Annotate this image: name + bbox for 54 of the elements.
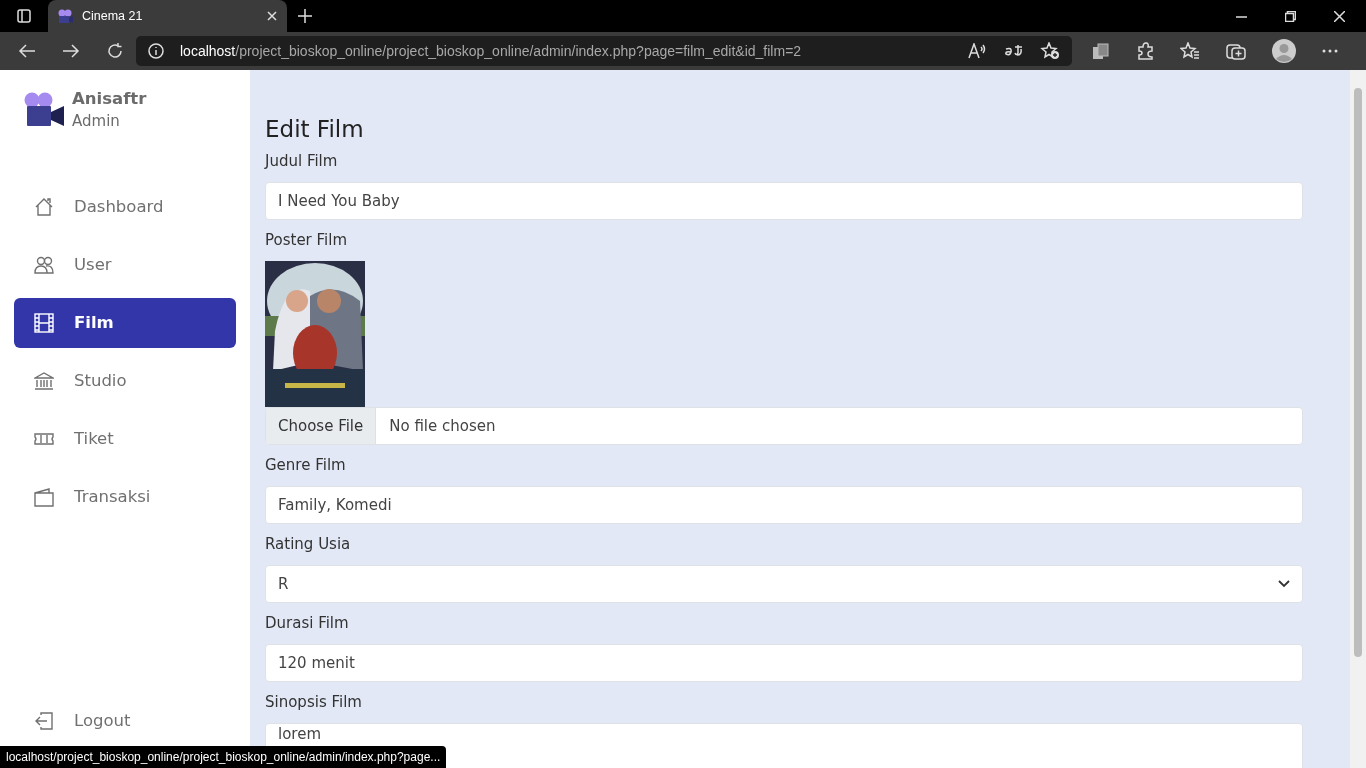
wallet-icon — [34, 487, 54, 507]
chevron-down-icon — [1278, 580, 1290, 588]
field-label: Genre Film — [265, 455, 347, 476]
film-icon — [34, 313, 54, 333]
profile-icon[interactable] — [1272, 39, 1296, 63]
read-aloud-icon[interactable] — [968, 43, 988, 59]
exit-icon — [34, 711, 54, 731]
close-icon[interactable] — [1334, 10, 1345, 22]
close-icon[interactable] — [267, 11, 277, 21]
more-icon[interactable] — [1322, 49, 1338, 53]
sidebar-item[interactable]: Film — [14, 298, 236, 348]
field-label: Poster Film — [265, 230, 349, 251]
extensions-icon[interactable] — [1136, 42, 1154, 60]
page-title: Edit Film — [265, 115, 365, 144]
camera-icon — [58, 9, 74, 23]
restore-icon[interactable] — [1285, 10, 1296, 22]
browser-tab[interactable]: Cinema 21 — [48, 0, 287, 32]
users-icon — [34, 255, 54, 275]
info-icon[interactable] — [148, 43, 164, 59]
tab-title: Cinema 21 — [82, 7, 144, 25]
star-add-icon[interactable] — [1040, 42, 1060, 60]
input-field[interactable]: 120 menit — [265, 644, 1303, 682]
scrollbar[interactable] — [1350, 70, 1366, 768]
user-name: Anisaftr — [72, 88, 147, 110]
input-field[interactable]: I Need You Baby — [265, 182, 1303, 220]
refresh-icon[interactable] — [106, 42, 124, 60]
field-label: Rating Usia — [265, 534, 352, 555]
input-field[interactable]: Family, Komedi — [265, 486, 1303, 524]
forward-icon[interactable] — [62, 43, 80, 59]
user-role: Admin — [72, 111, 121, 132]
logout-link[interactable]: Logout — [14, 696, 236, 746]
translate-icon[interactable] — [1004, 43, 1024, 59]
select-field[interactable]: R — [265, 565, 1303, 603]
address-bar[interactable]: localhost/project_bioskop_online/project_bioskop_online/admin/index.php?page=film_edit&id_film=2 — [136, 36, 1072, 66]
new-tab-icon[interactable] — [298, 9, 312, 23]
back-icon[interactable] — [18, 43, 36, 59]
collections-icon[interactable] — [1092, 42, 1110, 60]
favorites-icon[interactable] — [1180, 42, 1200, 60]
sidebar-item[interactable]: Transaksi — [14, 472, 236, 522]
camera-logo-icon — [24, 92, 64, 126]
sidebar-item[interactable]: Studio — [14, 356, 236, 406]
field-label: Durasi Film — [265, 613, 350, 634]
bank-icon — [34, 371, 54, 391]
sidebar-item[interactable]: Tiket — [14, 414, 236, 464]
status-url-tooltip: localhost/project_bioskop_online/project_bioskop_online/admin/index.php?page... — [0, 746, 447, 768]
url-text: localhost/project_bioskop_online/project_bioskop_online/admin/index.php?page=film_edit&id_film=2 — [180, 41, 803, 61]
add-tab-icon[interactable] — [1226, 42, 1246, 60]
file-input[interactable]: Choose File No file chosen — [265, 407, 1303, 445]
sidebar-item[interactable]: Dashboard — [14, 182, 236, 232]
field-label: Judul Film — [265, 151, 339, 172]
tab-actions-icon[interactable] — [17, 9, 31, 23]
house-icon — [34, 197, 54, 217]
sidebar-item[interactable]: User — [14, 240, 236, 290]
field-label: Sinopsis Film — [265, 692, 363, 713]
